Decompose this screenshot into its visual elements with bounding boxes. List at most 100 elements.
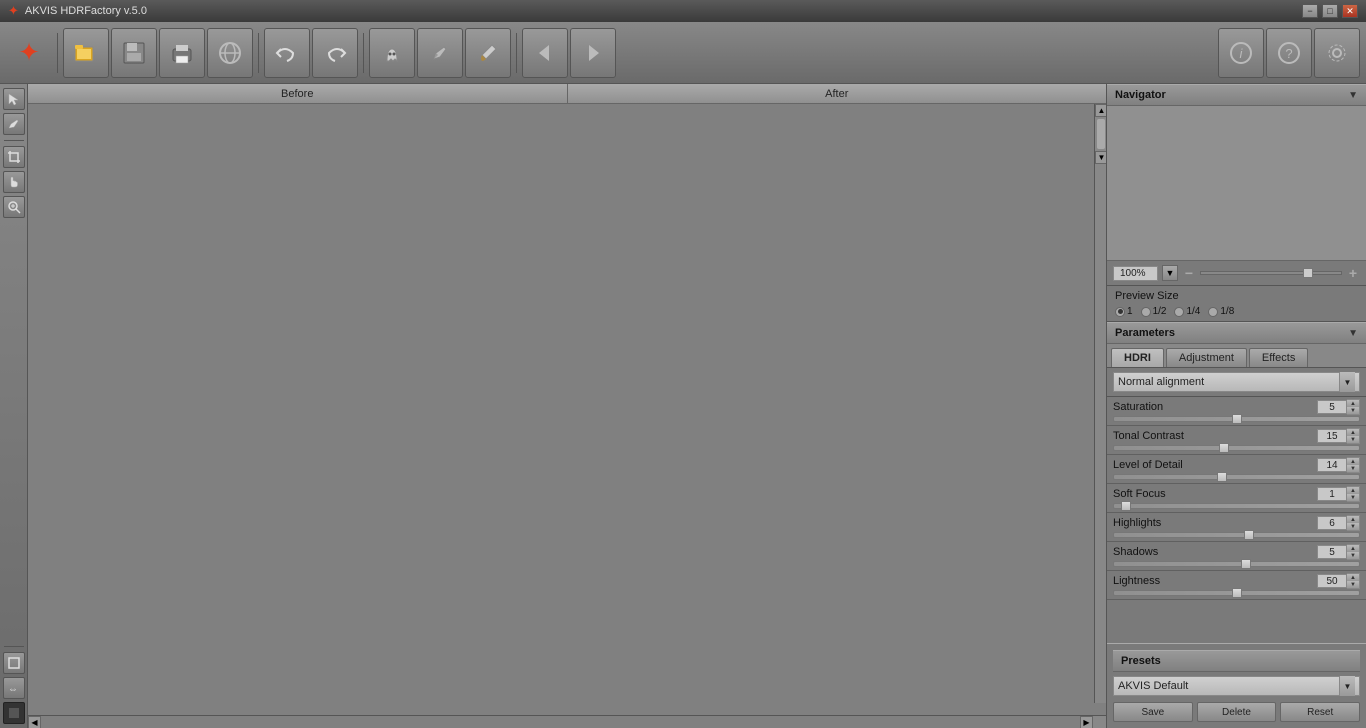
soft-focus-thumb[interactable] (1121, 501, 1131, 511)
alignment-dropdown[interactable]: Normal alignment ▼ (1113, 372, 1360, 392)
next-button[interactable] (570, 28, 616, 78)
saturation-increment[interactable]: ▲ (1347, 400, 1359, 407)
ghost-button[interactable] (369, 28, 415, 78)
minimize-button[interactable]: − (1302, 4, 1318, 18)
saturation-decrement[interactable]: ▼ (1347, 407, 1359, 414)
highlights-decrement[interactable]: ▼ (1347, 523, 1359, 530)
rect-tool[interactable] (3, 652, 25, 674)
highlights-slider[interactable] (1113, 532, 1360, 538)
save-preset-button[interactable]: Save (1113, 702, 1193, 722)
delete-preset-button[interactable]: Delete (1197, 702, 1277, 722)
shadows-value[interactable]: 5 (1317, 545, 1347, 559)
lightness-slider[interactable] (1113, 590, 1360, 596)
zoom-slider-thumb[interactable] (1303, 268, 1313, 278)
vertical-scrollbar[interactable]: ▲ ▼ (1094, 104, 1106, 703)
shadows-thumb[interactable] (1241, 559, 1251, 569)
zoom-out-button[interactable]: − (1182, 266, 1196, 280)
undo-icon (273, 39, 301, 67)
navigator-collapse-icon[interactable]: ▼ (1348, 90, 1358, 101)
tonal-contrast-value[interactable]: 15 (1317, 429, 1347, 443)
lightness-increment[interactable]: ▲ (1347, 574, 1359, 581)
hand-tool[interactable] (3, 171, 25, 193)
tonal-contrast-decrement[interactable]: ▼ (1347, 436, 1359, 443)
level-of-detail-value[interactable]: 14 (1317, 458, 1347, 472)
tab-adjustment[interactable]: Adjustment (1166, 348, 1247, 367)
preview-size-quarter[interactable]: 1/4 (1174, 306, 1200, 317)
zoom-tool[interactable] (3, 196, 25, 218)
saturation-spin-btns: ▲ ▼ (1347, 399, 1360, 415)
soft-focus-value-box: 1 ▲ ▼ (1317, 486, 1360, 502)
prev-button[interactable] (522, 28, 568, 78)
undo-button[interactable] (264, 28, 310, 78)
preview-size-half[interactable]: 1/2 (1141, 306, 1167, 317)
lightness-value[interactable]: 50 (1317, 574, 1347, 588)
canvas-view[interactable]: ▲ ▼ (28, 104, 1106, 715)
presets-dropdown[interactable]: AKVIS Default ▼ (1113, 676, 1360, 696)
radio-half-label: 1/2 (1153, 306, 1167, 317)
crop-tool[interactable] (3, 146, 25, 168)
highlights-thumb[interactable] (1244, 530, 1254, 540)
reset-preset-button[interactable]: Reset (1280, 702, 1360, 722)
presets-header: Presets (1113, 650, 1360, 672)
zoom-slider[interactable] (1200, 271, 1342, 275)
open-button[interactable] (63, 28, 109, 78)
tonal-contrast-label: Tonal Contrast (1113, 430, 1184, 442)
scroll-thumb[interactable] (1097, 119, 1105, 149)
soft-focus-increment[interactable]: ▲ (1347, 487, 1359, 494)
preview-size-eighth[interactable]: 1/8 (1208, 306, 1234, 317)
preview-size-1[interactable]: 1 (1115, 306, 1133, 317)
saturation-slider[interactable] (1113, 416, 1360, 422)
highlights-increment[interactable]: ▲ (1347, 516, 1359, 523)
highlights-value[interactable]: 6 (1317, 516, 1347, 530)
logo-button[interactable]: ✦ (6, 28, 52, 78)
tonal-contrast-thumb[interactable] (1219, 443, 1229, 453)
zoom-in-button[interactable]: + (1346, 266, 1360, 280)
radio-eighth-circle (1208, 307, 1218, 317)
info-button[interactable]: i (1218, 28, 1264, 78)
settings-button[interactable] (1314, 28, 1360, 78)
level-of-detail-slider[interactable] (1113, 474, 1360, 480)
zoom-dropdown-button[interactable]: ▼ (1162, 265, 1178, 281)
parameters-collapse-icon[interactable]: ▼ (1348, 328, 1358, 339)
soft-focus-decrement[interactable]: ▼ (1347, 494, 1359, 501)
tab-effects[interactable]: Effects (1249, 348, 1308, 367)
scroll-left-button[interactable]: ◀ (28, 716, 41, 728)
close-button[interactable]: ✕ (1342, 4, 1358, 18)
shadows-slider[interactable] (1113, 561, 1360, 567)
color-tool[interactable] (3, 702, 25, 724)
saturation-value[interactable]: 5 (1317, 400, 1347, 414)
scroll-up-button[interactable]: ▲ (1095, 104, 1106, 117)
lightness-decrement[interactable]: ▼ (1347, 581, 1359, 588)
shadows-row: Shadows 5 ▲ ▼ (1107, 542, 1366, 571)
tab-hdri[interactable]: HDRI (1111, 348, 1164, 367)
shadows-decrement[interactable]: ▼ (1347, 552, 1359, 559)
level-of-detail-decrement[interactable]: ▼ (1347, 465, 1359, 472)
save-button[interactable] (111, 28, 157, 78)
print-button[interactable] (159, 28, 205, 78)
help-button[interactable]: ? (1266, 28, 1312, 78)
tonal-contrast-increment[interactable]: ▲ (1347, 429, 1359, 436)
level-of-detail-increment[interactable]: ▲ (1347, 458, 1359, 465)
parameters-section: Parameters ▼ HDRI Adjustment Effects Nor… (1107, 322, 1366, 600)
redo-button[interactable] (312, 28, 358, 78)
logo-icon: ✦ (18, 37, 40, 68)
pen-button[interactable] (417, 28, 463, 78)
brush-button[interactable] (465, 28, 511, 78)
scroll-down-button[interactable]: ▼ (1095, 151, 1106, 164)
horizontal-scrollbar[interactable] (41, 716, 1080, 728)
globe-button[interactable] (207, 28, 253, 78)
soft-focus-slider[interactable] (1113, 503, 1360, 509)
soft-focus-value[interactable]: 1 (1317, 487, 1347, 501)
saturation-thumb[interactable] (1232, 414, 1242, 424)
select-tool[interactable] (3, 88, 25, 110)
pencil-tool[interactable] (3, 113, 25, 135)
lightness-thumb[interactable] (1232, 588, 1242, 598)
highlights-spin-btns: ▲ ▼ (1347, 515, 1360, 531)
flip-tool[interactable]: ⇔ (3, 677, 25, 699)
maximize-button[interactable]: □ (1322, 4, 1338, 18)
level-of-detail-thumb[interactable] (1217, 472, 1227, 482)
title-bar-controls[interactable]: − □ ✕ (1302, 4, 1358, 18)
shadows-increment[interactable]: ▲ (1347, 545, 1359, 552)
scroll-right-button[interactable]: ▶ (1080, 716, 1093, 728)
tonal-contrast-slider[interactable] (1113, 445, 1360, 451)
